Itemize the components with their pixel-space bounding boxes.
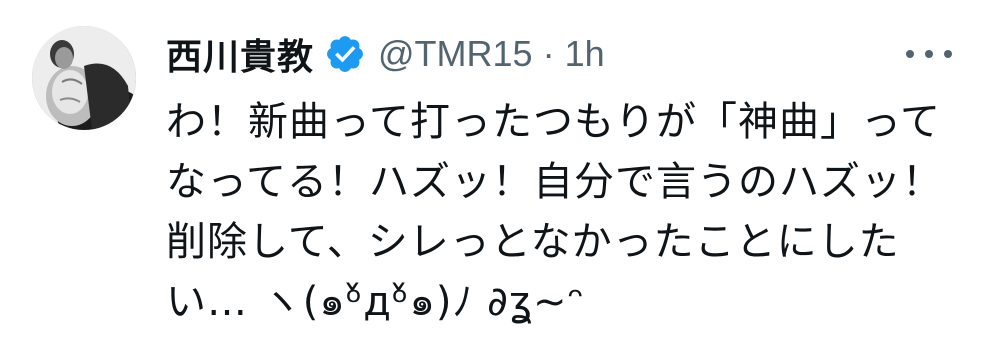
tweet-header: 西川貴教 @TMR15 · 1h	[166, 28, 605, 80]
meta-separator: ·	[542, 33, 555, 74]
author-display-name[interactable]: 西川貴教	[166, 28, 314, 80]
more-dot	[925, 50, 933, 58]
more-dot	[906, 50, 914, 58]
more-dot	[944, 50, 952, 58]
avatar-photo-icon	[32, 26, 136, 130]
tweet-text: わ！新曲って打ったつもりが「神曲」って なってる！ハズッ！自分で言うのハズッ！ …	[166, 99, 943, 325]
author-handle[interactable]: @TMR15	[378, 33, 533, 75]
tweet-card[interactable]: 西川貴教 @TMR15 · 1h わ！新曲って打ったつもりが「神曲」って なって…	[0, 0, 982, 341]
author-avatar[interactable]	[32, 26, 136, 130]
more-options-icon[interactable]	[906, 40, 952, 68]
verified-badge-icon	[327, 36, 363, 72]
tweet-timestamp[interactable]: 1h	[565, 33, 605, 75]
